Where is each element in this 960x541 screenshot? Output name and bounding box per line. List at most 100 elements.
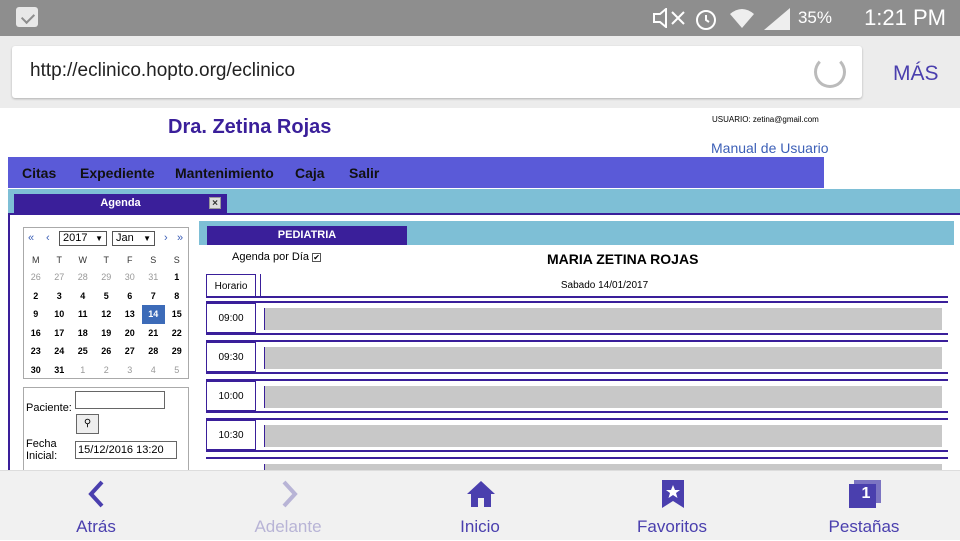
tabs-button[interactable]: 1 Pestañas [768,471,960,541]
tab-agenda-label: Agenda [100,197,141,209]
specialty-strip: PEDIATRIA [199,221,954,245]
time-slot[interactable]: 10:00 [206,379,948,413]
calendar-day[interactable]: 27 [118,342,142,361]
tab-agenda[interactable]: Agenda × [14,194,227,213]
favorites-button[interactable]: Favoritos [576,471,768,541]
calendar-day[interactable]: 13 [118,305,142,324]
calendar-day[interactable]: 31 [48,361,72,380]
calendar-day[interactable]: 24 [48,342,72,361]
month-select[interactable]: Jan [112,231,155,246]
calendar-day[interactable]: 14 [141,305,165,324]
time-slot[interactable] [206,457,948,470]
calendar-day[interactable]: 2 [95,361,119,380]
fecha-inicial-input[interactable]: 15/12/2016 13:20 [75,441,177,459]
manual-link[interactable]: Manual de Usuario [711,140,829,156]
fecha-inicial-label: Fecha Inicial: [26,438,58,462]
search-button[interactable]: ⚲ [76,414,99,434]
calendar-day[interactable]: 5 [95,287,119,306]
menu-item-salir[interactable]: Salir [349,165,379,181]
calendar-day[interactable]: 26 [24,268,48,287]
menu-item-citas[interactable]: Citas [22,165,56,181]
calendar-day[interactable]: 16 [24,324,48,343]
calendar-day[interactable]: 28 [142,342,166,361]
calendar-day[interactable]: 30 [24,361,48,380]
browser-bottom-nav: Atrás Adelante Inicio Favoritos 1 Pestañ… [0,470,960,540]
prev-year-button[interactable]: « [28,232,34,244]
calendar-day[interactable]: 23 [24,342,48,361]
home-button[interactable]: Inicio [384,471,576,541]
calendar-week: 23 24 25 26 27 28 29 [24,341,190,360]
calendar-day[interactable]: 11 [71,305,95,324]
calendar-day[interactable]: 7 [142,287,166,306]
calendar-day[interactable]: 18 [71,324,95,343]
calendar-day[interactable]: 20 [118,324,142,343]
calendar-day[interactable]: 1 [165,268,189,287]
menu-item-caja[interactable]: Caja [295,165,325,181]
mute-icon [653,8,685,28]
tab-count: 1 [861,485,871,502]
url-field[interactable]: http://eclinico.hopto.org/eclinico [12,46,862,98]
time-slot[interactable]: 09:30 [206,340,948,374]
paciente-input[interactable] [75,391,165,409]
chevron-left-icon [88,480,104,508]
calendar-day[interactable]: 29 [165,342,189,361]
more-button[interactable]: MÁS [893,62,939,86]
calendar-day[interactable]: 12 [95,305,119,324]
agenda-por-dia[interactable]: Agenda por Día ✔ [232,251,322,263]
wifi-icon [730,9,754,28]
reload-icon[interactable] [814,56,846,88]
back-button[interactable]: Atrás [0,471,192,541]
next-year-button[interactable]: » [177,232,183,244]
calendar-day[interactable]: 30 [118,268,142,287]
home-icon [467,481,495,507]
slot-bar[interactable] [264,347,942,369]
calendar-day[interactable]: 19 [95,324,119,343]
forward-button[interactable]: Adelante [192,471,384,541]
year-select[interactable]: 2017 [59,231,107,246]
calendar-day[interactable]: 3 [48,287,72,306]
calendar-day[interactable]: 15 [165,305,189,324]
slot-time: 10:30 [206,420,256,450]
prev-month-button[interactable]: ‹ [46,232,50,244]
calendar-day[interactable]: 27 [48,268,72,287]
calendar-day[interactable]: 8 [165,287,189,306]
agenda-por-dia-checkbox[interactable]: ✔ [312,252,322,262]
calendar-day[interactable]: 4 [71,287,95,306]
calendar-day[interactable]: 31 [142,268,166,287]
horario-header: Horario [206,274,256,298]
calendar-week: 16 17 18 19 20 21 22 [24,323,190,342]
tabs-label: Pestañas [828,517,900,536]
weekday-label: S [173,255,180,265]
slot-bar[interactable] [264,308,942,330]
next-month-button[interactable]: › [164,232,168,244]
briefcase-icon [16,7,38,27]
chevron-right-icon [282,480,298,508]
calendar-day[interactable]: 26 [95,342,119,361]
calendar-day[interactable]: 22 [165,324,189,343]
menu-item-expediente[interactable]: Expediente [80,165,155,181]
calendar-day[interactable]: 17 [48,324,72,343]
slot-bar[interactable] [264,425,942,447]
close-icon[interactable]: × [209,197,221,209]
calendar-day[interactable]: 28 [71,268,95,287]
calendar-day[interactable]: 21 [142,324,166,343]
calendar-day[interactable]: 25 [71,342,95,361]
calendar-day[interactable]: 1 [71,361,95,380]
time-slot[interactable]: 10:30 [206,418,948,452]
tab-pediatria[interactable]: PEDIATRIA [207,226,407,245]
slot-bar[interactable] [264,386,942,408]
calendar-day[interactable]: 3 [118,361,142,380]
calendar-day[interactable]: 9 [24,305,48,324]
battery-percent: 35% [797,8,832,27]
signal-icon [764,8,790,30]
calendar-day[interactable]: 4 [142,361,166,380]
time-slot[interactable]: 09:00 [206,301,948,335]
menu-item-mantenimiento[interactable]: Mantenimiento [175,165,274,181]
weekday-header: MTWTFSS [24,251,190,267]
calendar-day[interactable]: 10 [48,305,72,324]
calendar-day[interactable]: 5 [165,361,189,380]
calendar-day[interactable]: 2 [24,287,48,306]
calendar-day[interactable]: 29 [95,268,119,287]
calendar-day[interactable]: 6 [118,287,142,306]
date-picker: « ‹ 2017 Jan › » MTWTFSS 262728293031123… [23,227,189,379]
